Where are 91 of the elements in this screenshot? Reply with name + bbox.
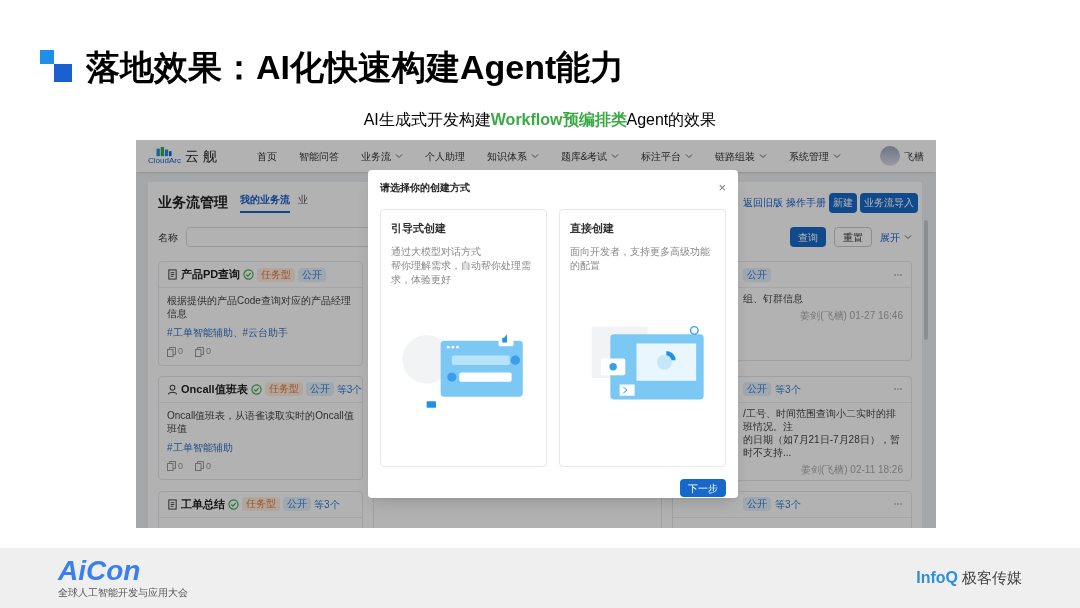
- close-button[interactable]: ×: [718, 181, 726, 194]
- person-icon: [167, 383, 178, 395]
- tab[interactable]: 业: [298, 192, 308, 213]
- caret-icon: [530, 152, 539, 160]
- copy-icon[interactable]: [167, 461, 176, 472]
- card-title: 产品PD查询: [181, 267, 241, 283]
- option-card[interactable]: 引导式创建 通过大模型对话方式 帮你理解需求，自动帮你处理需求，体验更好: [380, 209, 547, 467]
- page-title: 业务流管理: [158, 193, 228, 212]
- card-description: 根据提供的产品Code查询对应的产品经理信息: [167, 294, 352, 320]
- nav-item[interactable]: 知识体系: [486, 148, 539, 164]
- card-tags: #工单智能辅助、#云台助手: [167, 325, 354, 340]
- more-count[interactable]: 等3个: [775, 381, 801, 397]
- option-card[interactable]: 直接创建 面向开发者，支持更多高级功能的配置: [559, 209, 726, 467]
- tag: 公开: [743, 382, 771, 396]
- count: 0: [178, 345, 183, 358]
- more-icon[interactable]: [893, 502, 903, 506]
- tag: 公开: [298, 267, 327, 282]
- nav-item[interactable]: 标注平台: [641, 148, 694, 164]
- tab[interactable]: 我的业务流: [240, 192, 290, 213]
- nav-item[interactable]: 系统管理: [789, 148, 842, 164]
- more-count[interactable]: 等3个: [775, 496, 801, 512]
- nav-item[interactable]: 题库&考试: [560, 148, 620, 164]
- brand-name: 极客传媒: [962, 567, 1022, 588]
- more-count[interactable]: 等3个: [336, 381, 362, 397]
- check-circle-icon: [250, 383, 262, 395]
- caret-icon: [611, 152, 620, 160]
- card-title: Oncall值班表: [181, 381, 248, 397]
- tag: 任务型: [264, 382, 303, 396]
- caret-icon: [833, 152, 842, 160]
- document-icon: [167, 498, 178, 510]
- infoq-logo: InfoQ: [916, 568, 958, 588]
- next-button[interactable]: 下一步: [680, 479, 726, 497]
- tag: 公开: [283, 497, 311, 511]
- card-tags: #工单智能辅助: [167, 439, 354, 455]
- count: 0: [206, 459, 212, 473]
- logo-caption: 全球人工智能开发与应用大会: [58, 585, 188, 600]
- expand-button[interactable]: 展开: [880, 229, 912, 245]
- logo-caption: CloudArc: [148, 157, 181, 165]
- more-count[interactable]: 等3个: [314, 496, 340, 512]
- card-description: /工号、时间范围查询小二实时的排班情况。注: [743, 406, 897, 433]
- more-icon[interactable]: [893, 272, 903, 277]
- tag: 任务型: [257, 267, 296, 282]
- nav-item[interactable]: 智能问答: [298, 148, 339, 164]
- card-description: 组、钉群信息: [743, 292, 804, 305]
- count: 0: [178, 459, 183, 473]
- dialog-title: 请选择你的创建方式: [380, 181, 470, 195]
- avatar[interactable]: [880, 146, 900, 166]
- reset-button[interactable]: 重置: [834, 227, 872, 247]
- caret-icon: [904, 233, 912, 241]
- query-button[interactable]: 查询: [790, 227, 826, 247]
- logo-icon: [155, 147, 174, 157]
- more-icon[interactable]: [893, 387, 903, 391]
- card-description: Oncall值班表，从语雀读取实时的Oncall值班值: [167, 408, 354, 435]
- link[interactable]: 操作手册: [786, 195, 826, 210]
- option-title: 直接创建: [570, 221, 615, 236]
- caret-icon: [394, 152, 403, 160]
- tag: 公开: [305, 382, 334, 396]
- copy-icon[interactable]: [167, 346, 176, 357]
- card-title: 工单总结: [181, 496, 225, 512]
- check-circle-icon: [243, 269, 255, 280]
- tag: 公开: [743, 267, 771, 282]
- option-description: 帮你理解需求，自动帮你处理需求，体验更好: [391, 258, 532, 287]
- copy-icon[interactable]: [195, 461, 204, 472]
- workflow-card[interactable]: 工单总结 任务型 公开 等3个: [158, 490, 363, 528]
- nav-item[interactable]: 业务流: [360, 148, 403, 164]
- nav-item[interactable]: 首页: [256, 148, 277, 164]
- slide-subtitle: AI生成式开发构建Workflow预编排类Agent的效果: [363, 110, 717, 130]
- link[interactable]: 返回旧版: [743, 195, 783, 210]
- tag: 公开: [743, 497, 771, 511]
- action-button[interactable]: 新建: [829, 192, 857, 213]
- caret-icon: [685, 152, 694, 160]
- slide-title: 落地效果：AI化快速构建Agent能力: [86, 50, 625, 84]
- copy-icon[interactable]: [195, 346, 204, 357]
- user-name[interactable]: 飞樯: [904, 148, 924, 164]
- caret-icon: [759, 152, 768, 160]
- option-title: 引导式创建: [391, 221, 447, 236]
- nav-item[interactable]: 个人助理: [424, 148, 465, 164]
- check-circle-icon: [228, 498, 239, 510]
- card-description: 的日期（如7月21日-7月28日），暂时不支持...: [743, 432, 901, 459]
- aicon-logo: AiCon: [58, 556, 142, 585]
- workflow-card[interactable]: Oncall值班表 任务型 公开 等3个 Oncall值班表，从语雀读取实时的Oncall值班值 #工单智能辅助 0 0: [158, 375, 363, 480]
- brand-name: 云 舰: [184, 146, 217, 166]
- count: 0: [206, 345, 212, 358]
- nav-item[interactable]: 链路组装: [715, 148, 768, 164]
- field-label: 名称: [158, 230, 178, 245]
- action-button[interactable]: 业务流导入: [860, 192, 918, 213]
- squares-icon: [40, 50, 74, 84]
- tag: 任务型: [242, 497, 280, 511]
- workflow-card[interactable]: 产品PD查询 任务型 公开 根据提供的产品Code查询对应的产品经理信息 #工单智能辅助、#云台助手 0 0: [158, 261, 363, 366]
- option-description: 通过大模型对话方式: [391, 244, 482, 259]
- document-icon: [167, 269, 178, 280]
